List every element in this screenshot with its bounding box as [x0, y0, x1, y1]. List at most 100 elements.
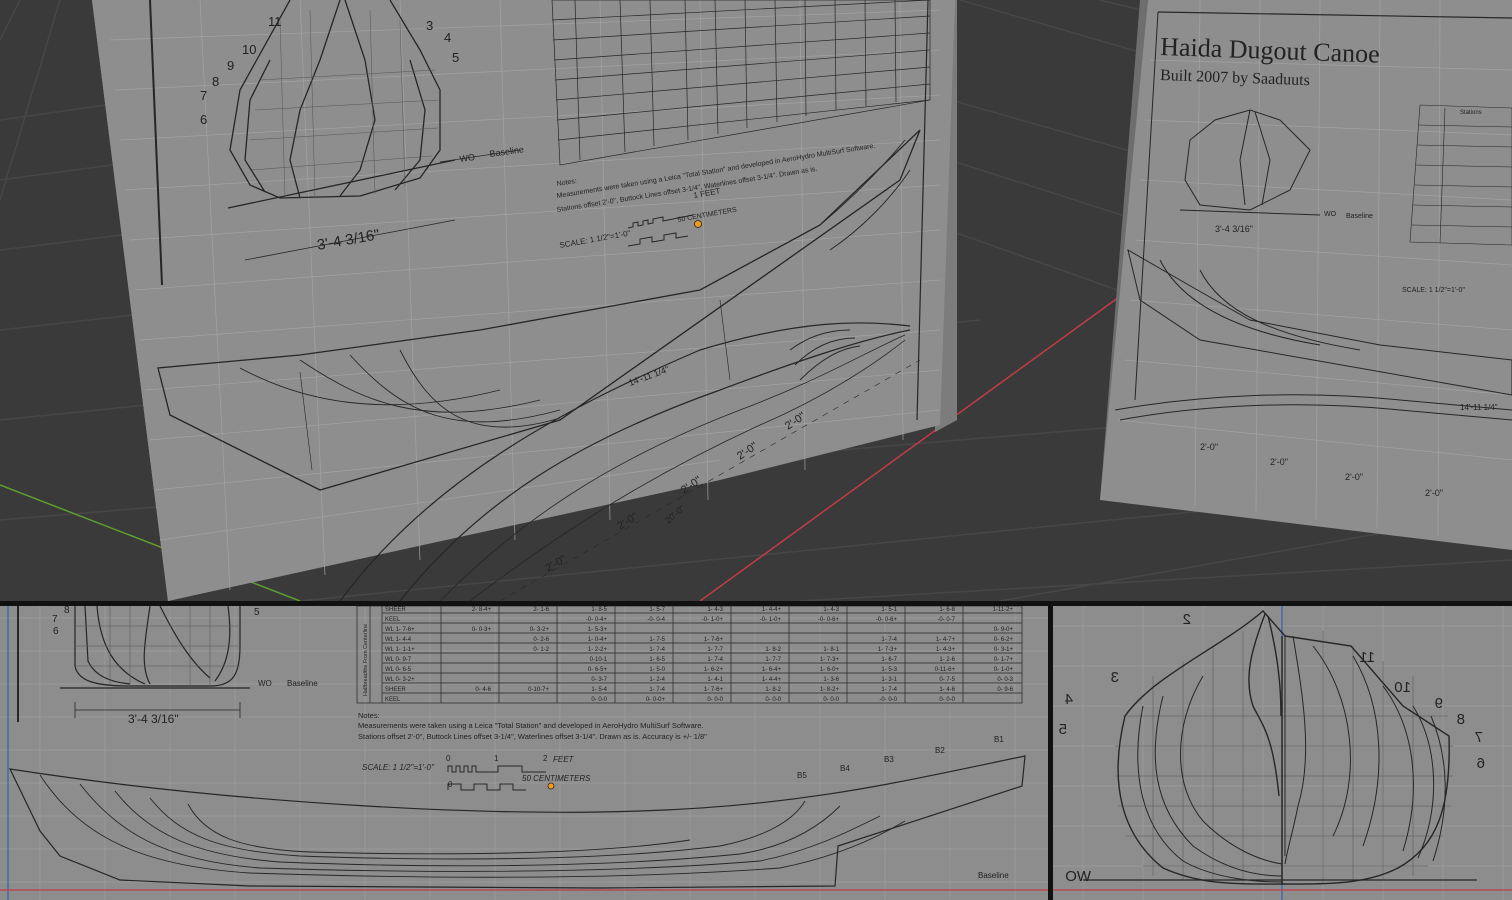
- buttock-label: B2: [935, 746, 945, 755]
- table-cell: 1- 4-4+: [762, 677, 782, 683]
- table-cell: 1- 8-1: [823, 647, 839, 653]
- station-label: 5: [1059, 721, 1067, 738]
- buttock-label: B5: [797, 771, 807, 780]
- scale-tick: 2: [543, 754, 548, 763]
- station-label: 3: [426, 18, 433, 33]
- spacing-dimension: 2'-0": [1270, 457, 1288, 467]
- table-cell: 0- 3-2+: [530, 627, 550, 633]
- notes-line: Stations offset 2'-0", Buttock Lines off…: [358, 732, 707, 741]
- table-cell: 0- 4-6: [475, 687, 491, 693]
- baseline-label: Baseline: [978, 871, 1009, 880]
- scale-cm-label: 50 CENTIMETERS: [522, 774, 591, 783]
- station-label: 10: [242, 42, 256, 57]
- table-cell: -0- 1-0+: [760, 617, 782, 623]
- length-dimension: 14'-11 1/4": [1460, 403, 1498, 412]
- hull-profile: [8, 755, 1026, 889]
- table-cell: 0- 0-0: [823, 697, 839, 703]
- station-label: 9: [1435, 695, 1443, 712]
- beam-dimension-text: 3'-4 3/16": [1215, 224, 1253, 234]
- table-cell: 0- 0-0: [765, 697, 781, 703]
- table-cell: 1- 5-0: [649, 667, 665, 673]
- table-cell: 1- 7-4: [707, 657, 723, 663]
- offsets-table: Halfbreadths From Centerline SHEER 2- 8-4…: [356, 606, 1023, 704]
- table-row-label: WL 1- 1-1+: [385, 647, 415, 653]
- table-cell: 0- 6-2+: [994, 637, 1014, 643]
- table-cell: 1- 6-8: [939, 607, 955, 613]
- table-cell: 0- 9-6: [997, 687, 1013, 693]
- station-label: 4: [444, 30, 451, 45]
- origin-marker[interactable]: [547, 782, 555, 790]
- front-body-plan: [1083, 610, 1477, 885]
- spacing-dimension: 2'-0": [1345, 472, 1363, 482]
- perspective-scene[interactable]: 11 10 9 8 7 6 3 4 5 WO Baseline 3'-4 3/1…: [0, 0, 1512, 601]
- beam-dimension-text: 3'-4 3/16": [128, 712, 179, 726]
- table-cell: 1- 4-3: [707, 607, 723, 613]
- table-cell: 1- 8-2: [765, 647, 781, 653]
- station-label: 5: [452, 50, 459, 65]
- station-label: 8: [1457, 711, 1465, 728]
- left-reference-sheet[interactable]: 11 10 9 8 7 6 3 4 5 WO Baseline 3'-4 3/1…: [92, 0, 957, 601]
- table-cell: 1- 5-1: [881, 607, 897, 613]
- side-scale-bar: SCALE: 1 1/2"=1'-0" 0 1 2 FEET 0 50 CENT…: [362, 754, 591, 791]
- table-cell: 1- 6-4+: [762, 667, 782, 673]
- side-viewport[interactable]: 8 7 6 5 WO Baseline 3'-4 3/16" Halfbread…: [0, 606, 1048, 900]
- table-cell: 1- 6-2+: [704, 667, 724, 673]
- table-row-label: WL 1- 7-6+: [385, 627, 415, 633]
- table-cell: 1- 7-7: [765, 657, 781, 663]
- scale-label: SCALE: 1 1/2"=1'-0": [362, 763, 435, 772]
- table-cell: 1- 7-7: [707, 647, 723, 653]
- offset-dimension: 20'-0": [663, 503, 687, 525]
- table-cell: -0- 1-0+: [702, 617, 724, 623]
- table-cell: 1- 7-6+: [704, 637, 724, 643]
- station-label: 4: [1065, 691, 1073, 708]
- table-cell: -0- 0-4+: [586, 617, 608, 623]
- table-cell: 0- 1-0+: [994, 667, 1014, 673]
- viewport-layout: 11 10 9 8 7 6 3 4 5 WO Baseline 3'-4 3/1…: [0, 0, 1512, 900]
- table-cell: 1- 2-4: [649, 677, 665, 683]
- table-cell: 1- 4-6: [939, 687, 955, 693]
- table-cell: 1- 4-4+: [762, 607, 782, 613]
- table-cell: 0- 3-7: [591, 677, 607, 683]
- wo-label: WO: [1065, 868, 1091, 885]
- station-label: 2: [1183, 611, 1191, 628]
- baseline-label: Baseline: [1346, 213, 1373, 220]
- table-cell: -0- 0-4: [647, 617, 665, 623]
- table-cell: 1- 4-7+: [936, 637, 956, 643]
- table-cell: 0- 0-0: [939, 697, 955, 703]
- side-notes: Notes: Measurements were taken using a L…: [358, 711, 707, 741]
- buttock-label: B3: [884, 755, 894, 764]
- notes-line: Measurements were taken using a Leica "T…: [358, 721, 704, 730]
- side-scene[interactable]: 8 7 6 5 WO Baseline 3'-4 3/16" Halfbread…: [0, 606, 1048, 900]
- table-cell: 1- 7-4: [649, 647, 665, 653]
- station-label: 9: [227, 58, 234, 73]
- table-row-label: SHEER: [385, 607, 406, 613]
- table-cell: 1- 0-4+: [588, 637, 608, 643]
- perspective-viewport[interactable]: 11 10 9 8 7 6 3 4 5 WO Baseline 3'-4 3/1…: [0, 0, 1512, 601]
- front-viewport[interactable]: 2 3 4 5 11 10 9 8 7 6 WO: [1053, 606, 1512, 900]
- table-cell: 1- 5-4: [591, 687, 607, 693]
- table-cell: 1- 4-1: [707, 677, 723, 683]
- table-cell: -0- 0-6+: [818, 617, 840, 623]
- table-cell: 0-10-7+: [528, 687, 549, 693]
- scale-tick: 0: [446, 754, 451, 763]
- table-cell: 2- 8-4+: [472, 607, 492, 613]
- origin-marker[interactable]: [694, 220, 702, 228]
- right-reference-sheet[interactable]: Haida Dugout Canoe Built 2007 by Saaduut…: [1100, 0, 1512, 550]
- table-cell: 0- 9-0+: [994, 627, 1014, 633]
- table-cell: 0- 6-5+: [588, 667, 608, 673]
- table-cell: 1- 6-7: [881, 657, 897, 663]
- table-cell: 1- 8-2+: [820, 687, 840, 693]
- station-label: 6: [53, 626, 59, 637]
- table-row-label: WL 0- 3-2+: [385, 677, 415, 683]
- table-cell: 1- 6-5: [649, 657, 665, 663]
- table-cell: 0- 1-7+: [994, 657, 1014, 663]
- table-cell: 1- 7-4: [881, 637, 897, 643]
- table-cell: 1- 3-1: [881, 677, 897, 683]
- table-cell: 2- 1-6: [533, 607, 549, 613]
- station-label: 3: [1111, 669, 1119, 686]
- table-cell: 1- 7-4: [649, 687, 665, 693]
- table-cell: 0- 7-5: [939, 677, 955, 683]
- station-label: 11: [1359, 649, 1375, 666]
- wo-label: WO: [459, 152, 476, 164]
- front-scene[interactable]: 2 3 4 5 11 10 9 8 7 6 WO: [1053, 606, 1512, 900]
